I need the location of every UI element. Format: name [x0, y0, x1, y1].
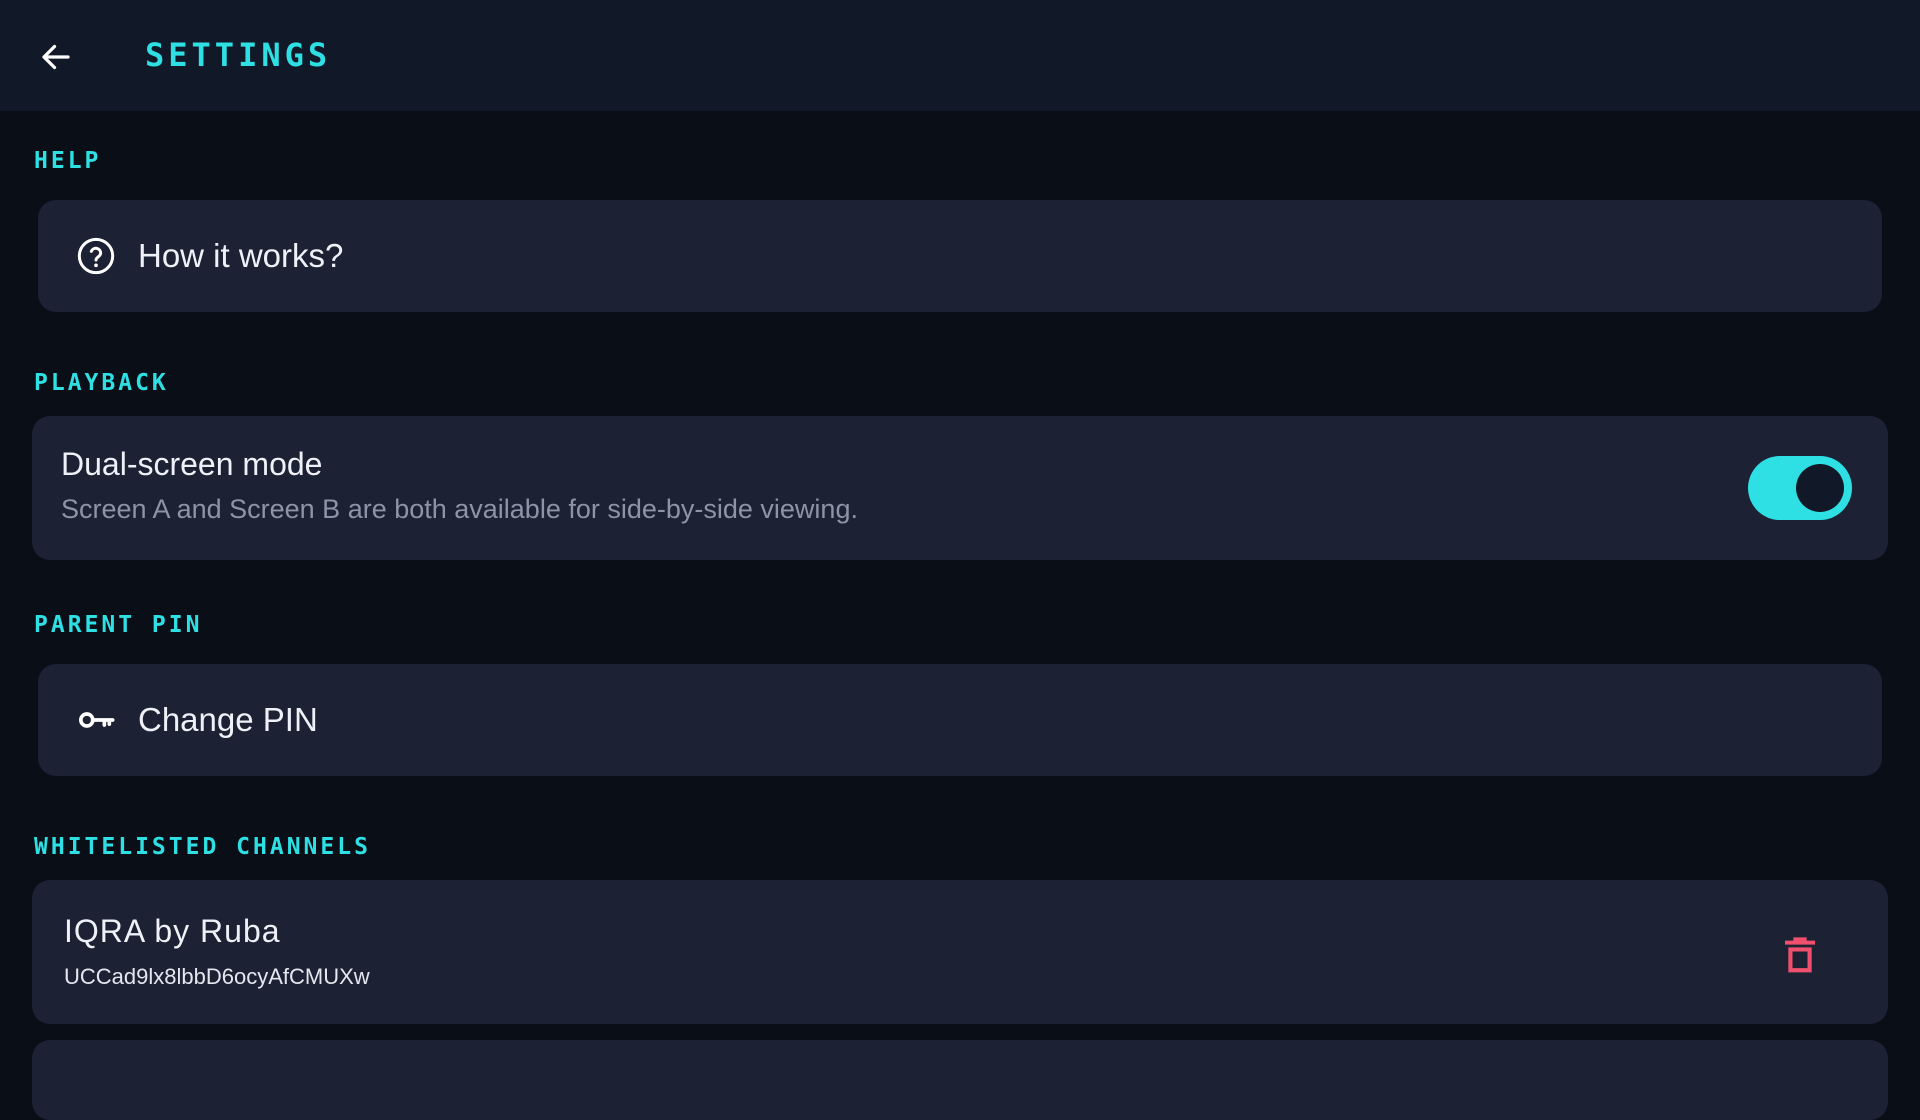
dual-screen-toggle[interactable] [1748, 456, 1852, 520]
change-pin-button[interactable]: Change PIN [38, 664, 1882, 776]
how-it-works-label: How it works? [138, 237, 344, 274]
channel-id: UCCad9lx8lbbD6ocyAfCMUXw [64, 964, 370, 989]
channel-name: IQRA by Ruba [64, 913, 281, 949]
toggle-knob [1796, 464, 1844, 512]
delete-channel-button[interactable] [1776, 930, 1824, 978]
arrow-left-icon [42, 44, 70, 70]
help-circle-icon [76, 236, 116, 276]
app-bar: Settings [0, 0, 1920, 111]
key-icon [76, 700, 116, 740]
page-title: Settings [145, 36, 332, 74]
section-title-whitelisted-channels: Whitelisted Channels [34, 834, 371, 860]
channel-row-partial [32, 1040, 1888, 1120]
dual-screen-description: Screen A and Screen B are both available… [61, 494, 858, 524]
section-title-help: Help [34, 148, 102, 174]
how-it-works-button[interactable]: How it works? [38, 200, 1882, 312]
section-title-parent-pin: Parent PIN [34, 612, 203, 638]
change-pin-label: Change PIN [138, 701, 318, 738]
back-button[interactable] [32, 33, 80, 81]
channel-row: IQRA by Ruba UCCad9lx8lbbD6ocyAfCMUXw [32, 880, 1888, 1024]
trash-icon [1785, 937, 1815, 973]
dual-screen-setting: Dual-screen mode Screen A and Screen B a… [32, 416, 1888, 560]
dual-screen-title: Dual-screen mode [61, 446, 323, 482]
section-title-playback: Playback [34, 370, 169, 396]
